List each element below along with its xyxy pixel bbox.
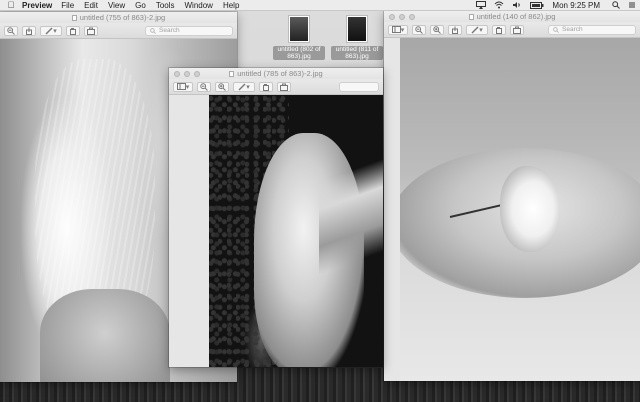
document-icon bbox=[71, 14, 77, 21]
document-icon bbox=[229, 70, 235, 77]
zoom-out-button[interactable] bbox=[412, 24, 426, 35]
window-title: untitled (140 of 862).jpg bbox=[476, 12, 556, 21]
window-sidebar bbox=[169, 95, 209, 367]
window-title: untitled (785 of 863)-2.jpg bbox=[237, 69, 323, 78]
search-icon bbox=[150, 27, 156, 34]
markup-pen-button[interactable]: ▾ bbox=[40, 25, 62, 36]
window-controls bbox=[174, 71, 200, 77]
desktop-file-label: untitled (802 of 863).jpg bbox=[273, 46, 325, 60]
window-titlebar[interactable]: untitled (785 of 863)-2.jpg bbox=[169, 68, 383, 79]
close-window-icon[interactable] bbox=[174, 71, 180, 77]
image-file-thumbnail-icon bbox=[347, 16, 367, 42]
search-field[interactable]: Search bbox=[145, 25, 233, 36]
preview-window-3: untitled (140 of 862).jpg ▾ ▾ Search bbox=[384, 11, 640, 381]
menu-window[interactable]: Window bbox=[185, 1, 213, 10]
rotate-button[interactable] bbox=[259, 81, 273, 92]
menu-go[interactable]: Go bbox=[135, 1, 146, 10]
search-placeholder: Search bbox=[159, 27, 180, 34]
fullscreen-window-icon[interactable] bbox=[194, 71, 200, 77]
window-sidebar bbox=[384, 38, 400, 381]
airplay-icon[interactable] bbox=[476, 1, 487, 9]
zoom-in-button[interactable] bbox=[430, 24, 444, 35]
window-titlebar[interactable]: untitled (140 of 862).jpg bbox=[384, 11, 640, 22]
desktop-file-icon[interactable]: untitled (802 of 863).jpg bbox=[273, 16, 325, 60]
fullscreen-window-icon[interactable] bbox=[409, 14, 415, 20]
search-field[interactable]: Search bbox=[548, 24, 636, 35]
menu-clock[interactable]: Mon 9:25 PM bbox=[552, 1, 600, 10]
window-title: untitled (755 of 863)-2.jpg bbox=[79, 13, 166, 22]
window-toolbar: ▾ Search bbox=[0, 23, 237, 39]
rotate-button[interactable] bbox=[492, 24, 506, 35]
window-toolbar: ▾ ▾ bbox=[169, 79, 383, 95]
menu-help[interactable]: Help bbox=[223, 1, 239, 10]
rotate-button[interactable] bbox=[66, 25, 80, 36]
preview-window-2: untitled (785 of 863)-2.jpg ▾ ▾ bbox=[169, 68, 383, 367]
wifi-icon[interactable] bbox=[494, 1, 504, 9]
share-button[interactable] bbox=[448, 24, 462, 35]
toolbox-button[interactable] bbox=[277, 81, 291, 92]
image-content bbox=[209, 95, 383, 367]
desktop-file-label: untitled (811 of 863).jpg bbox=[331, 46, 383, 60]
menu-app-name[interactable]: Preview bbox=[22, 1, 52, 10]
menu-edit[interactable]: Edit bbox=[84, 1, 98, 10]
toolbox-button[interactable] bbox=[84, 25, 98, 36]
notification-center-icon[interactable] bbox=[628, 1, 636, 9]
spotlight-search-icon[interactable] bbox=[612, 1, 620, 9]
zoom-out-button[interactable] bbox=[197, 81, 211, 92]
toolbox-button[interactable] bbox=[510, 24, 524, 35]
apple-menu-icon[interactable]:  bbox=[0, 0, 22, 10]
zoom-in-button[interactable] bbox=[215, 81, 229, 92]
desktop-file-icon[interactable]: untitled (811 of 863).jpg bbox=[331, 16, 383, 60]
zoom-out-button[interactable] bbox=[4, 25, 18, 36]
minimize-window-icon[interactable] bbox=[399, 14, 405, 20]
share-button[interactable] bbox=[22, 25, 36, 36]
volume-icon[interactable] bbox=[512, 1, 522, 9]
image-file-thumbnail-icon bbox=[289, 16, 309, 42]
menu-view[interactable]: View bbox=[108, 1, 125, 10]
window-controls bbox=[389, 14, 415, 20]
document-icon bbox=[468, 13, 474, 20]
window-titlebar[interactable]: untitled (755 of 863)-2.jpg bbox=[0, 12, 237, 23]
close-window-icon[interactable] bbox=[389, 14, 395, 20]
search-placeholder: Search bbox=[562, 26, 583, 33]
markup-pen-button[interactable]: ▾ bbox=[233, 81, 255, 92]
sidebar-toggle-button[interactable]: ▾ bbox=[173, 81, 193, 92]
minimize-window-icon[interactable] bbox=[184, 71, 190, 77]
search-icon bbox=[553, 26, 559, 33]
markup-pen-button[interactable]: ▾ bbox=[466, 24, 488, 35]
window-toolbar: ▾ ▾ Search bbox=[384, 22, 640, 38]
menu-bar:  Preview File Edit View Go Tools Window… bbox=[0, 0, 640, 11]
menu-tools[interactable]: Tools bbox=[156, 1, 175, 10]
menu-file[interactable]: File bbox=[61, 1, 74, 10]
search-field[interactable] bbox=[339, 81, 379, 92]
image-content bbox=[400, 38, 640, 381]
sidebar-toggle-button[interactable]: ▾ bbox=[388, 24, 408, 35]
battery-icon[interactable] bbox=[530, 1, 544, 9]
